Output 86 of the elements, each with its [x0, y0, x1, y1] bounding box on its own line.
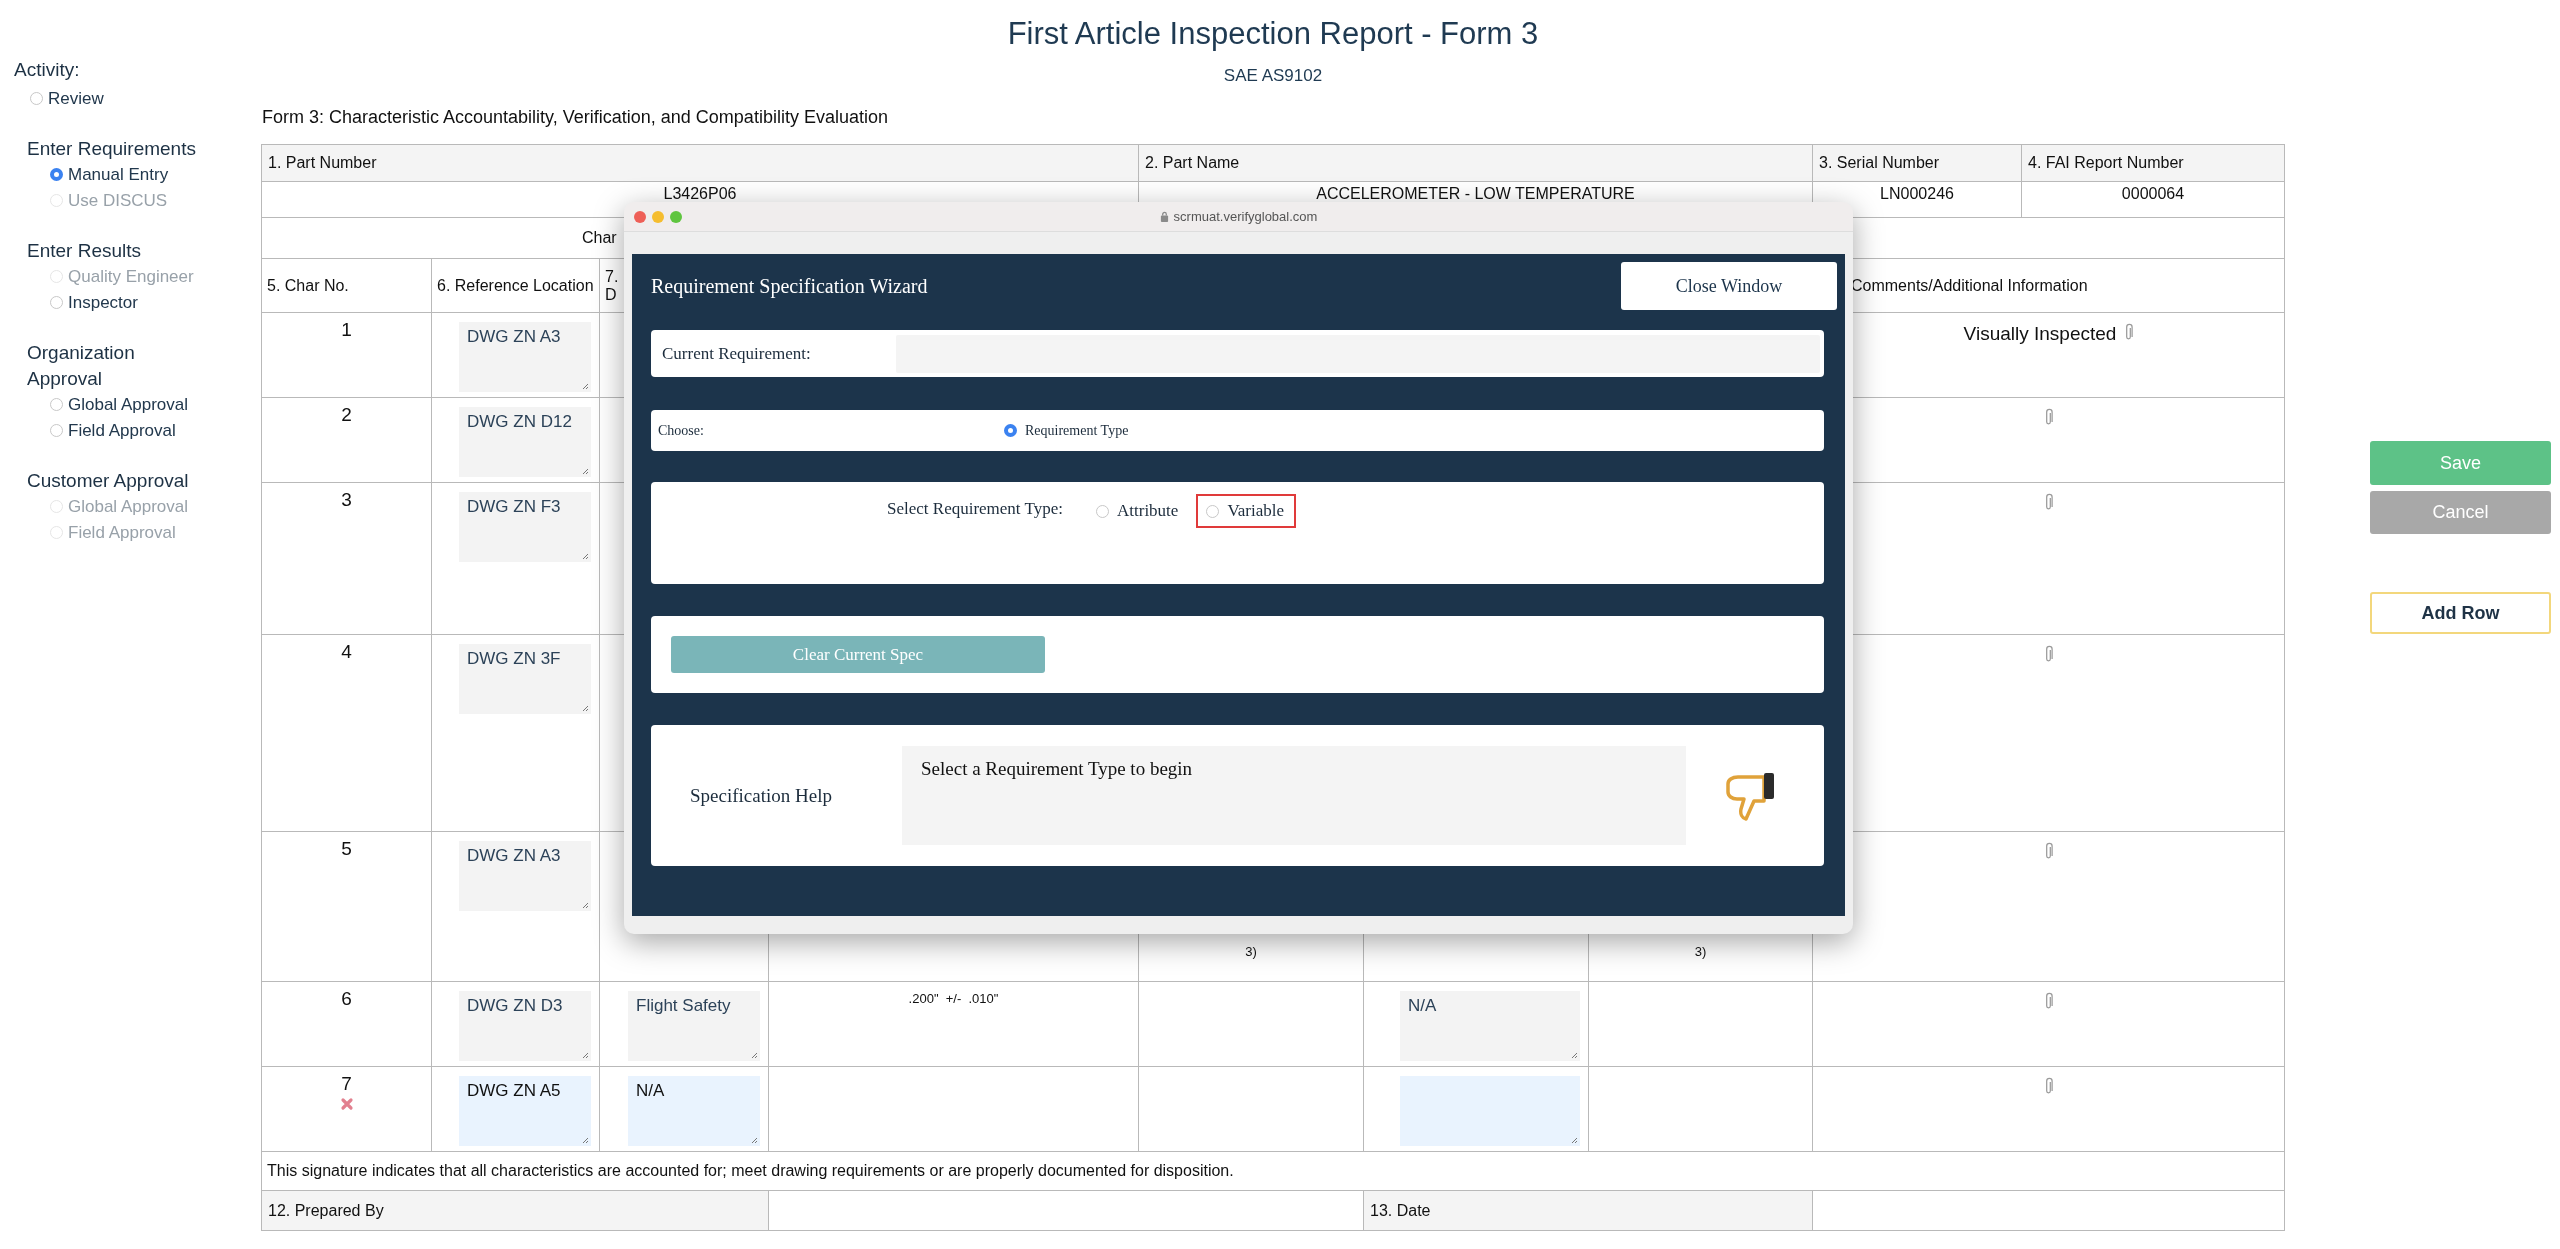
paperclip-icon[interactable] — [2044, 1077, 2053, 1096]
resize-grip-icon[interactable] — [1570, 1051, 1578, 1059]
text-field[interactable]: N/A — [1400, 991, 1580, 1061]
table-header-cell: 4. FAI Report Number — [2022, 145, 2285, 182]
reference-field[interactable]: DWG ZN A3 — [459, 322, 591, 392]
paperclip-icon[interactable] — [2044, 645, 2053, 664]
section-heading: Customer Approval — [27, 469, 190, 493]
radio-button[interactable] — [50, 398, 63, 411]
form-heading: Form 3: Characteristic Accountability, Verification, and Compatibility Evaluation — [261, 106, 889, 128]
table-cell: 5 — [341, 838, 352, 860]
resize-grip-icon[interactable] — [1570, 1136, 1578, 1144]
resize-grip-icon[interactable] — [581, 1051, 589, 1059]
resize-grip-icon[interactable] — [581, 1136, 589, 1144]
radio-button[interactable] — [30, 92, 43, 105]
help-label: Specification Help — [690, 784, 833, 807]
resize-grip-icon[interactable] — [581, 704, 589, 712]
table-cell-text: .200" +/- .010" — [908, 991, 999, 1008]
thumbs-down-icon[interactable] — [1724, 770, 1776, 821]
table-header-cell: 2. Part Name — [1139, 145, 1813, 182]
radio-button[interactable] — [50, 168, 63, 181]
reference-field[interactable]: DWG ZN D12 — [459, 407, 591, 477]
reference-field[interactable]: DWG ZN F3 — [459, 492, 591, 562]
option-label[interactable]: Manual Entry — [68, 165, 169, 184]
table-header-cell: 3. Serial Number — [1813, 145, 2022, 182]
lock-icon — [1159, 211, 1169, 222]
resize-grip-icon[interactable] — [581, 467, 589, 475]
text-field[interactable] — [1400, 1076, 1580, 1146]
table-header-cell: 12. Prepared By — [262, 1191, 769, 1231]
option-label[interactable]: Review — [48, 89, 104, 108]
paperclip-icon[interactable] — [2044, 408, 2053, 427]
paperclip-icon[interactable] — [2044, 842, 2053, 861]
option-label[interactable]: Field Approval — [68, 421, 176, 440]
add-row-button[interactable]: Add Row — [2370, 592, 2551, 634]
option-label[interactable]: Requirement Type — [1025, 422, 1129, 439]
column-header: 5. Char No. — [262, 259, 432, 313]
section-heading: Enter Requirements — [27, 137, 197, 161]
table-header-cell: 1. Part Number — [262, 145, 1139, 182]
designator-field[interactable]: Flight Safety — [628, 991, 760, 1061]
resize-grip-icon[interactable] — [581, 901, 589, 909]
sidebar-heading: Activity: — [14, 58, 81, 82]
table-cell: 7 — [341, 1073, 352, 1095]
radio-button[interactable] — [1206, 504, 1220, 518]
option-label[interactable]: Inspector — [68, 293, 138, 312]
resize-grip-icon[interactable] — [581, 382, 589, 390]
radio-button[interactable] — [50, 296, 63, 309]
table-cell: 6 — [341, 988, 352, 1010]
reference-field[interactable]: DWG ZN D3 — [459, 991, 591, 1061]
table-cell: 3) — [1694, 944, 1707, 959]
paperclip-icon[interactable] — [2044, 992, 2053, 1011]
table-cell: 4 — [341, 641, 352, 663]
page-subtitle: SAE AS9102 — [1222, 65, 1324, 87]
delete-icon[interactable] — [339, 1097, 354, 1111]
comment-text: Visually Inspected — [1963, 323, 2117, 345]
reference-field[interactable]: DWG ZN A3 — [459, 841, 591, 911]
section-heading: Enter Results — [27, 239, 143, 263]
close-window-button[interactable]: Close Window — [1621, 262, 1837, 310]
page-title: First Article Inspection Report - Form 3 — [1006, 15, 1540, 53]
paperclip-icon[interactable] — [2124, 323, 2134, 342]
section-heading: Organization Approval — [27, 341, 136, 391]
field-label: Current Requirement: — [662, 343, 811, 364]
table-cell: 1 — [341, 319, 352, 341]
option-label[interactable]: Variable — [1227, 501, 1285, 521]
help-text: Select a Requirement Type to begin — [902, 746, 1686, 845]
reference-field[interactable]: DWG ZN 3F — [459, 644, 591, 714]
paperclip-icon[interactable] — [2044, 493, 2053, 512]
field-label: Choose: — [658, 422, 705, 439]
table-cell: 2 — [341, 404, 352, 426]
radio-button[interactable] — [1004, 424, 1017, 437]
table-header-cell: 13. Date — [1364, 1191, 1813, 1231]
window-control-icon[interactable] — [670, 210, 682, 223]
resize-grip-icon[interactable] — [750, 1136, 758, 1144]
table-cell: 3) — [1245, 944, 1257, 959]
field-label: Select Requirement Type: — [887, 499, 1063, 519]
resize-grip-icon[interactable] — [750, 1051, 758, 1059]
radio-button[interactable] — [1096, 504, 1109, 518]
window-control-icon[interactable] — [634, 210, 646, 223]
designator-field[interactable]: N/A — [628, 1076, 760, 1146]
resize-grip-icon[interactable] — [581, 552, 589, 560]
option-label[interactable]: Attribute — [1117, 501, 1179, 521]
reference-field[interactable]: DWG ZN A5 — [459, 1076, 591, 1146]
option-label[interactable]: Global Approval — [68, 395, 189, 414]
window-control-icon[interactable] — [652, 210, 664, 223]
radio-button[interactable] — [50, 424, 63, 437]
column-header: 6. Reference Location — [432, 259, 600, 313]
table-cell: 3 — [341, 489, 352, 511]
table-cell: 0000064 — [2022, 182, 2285, 218]
